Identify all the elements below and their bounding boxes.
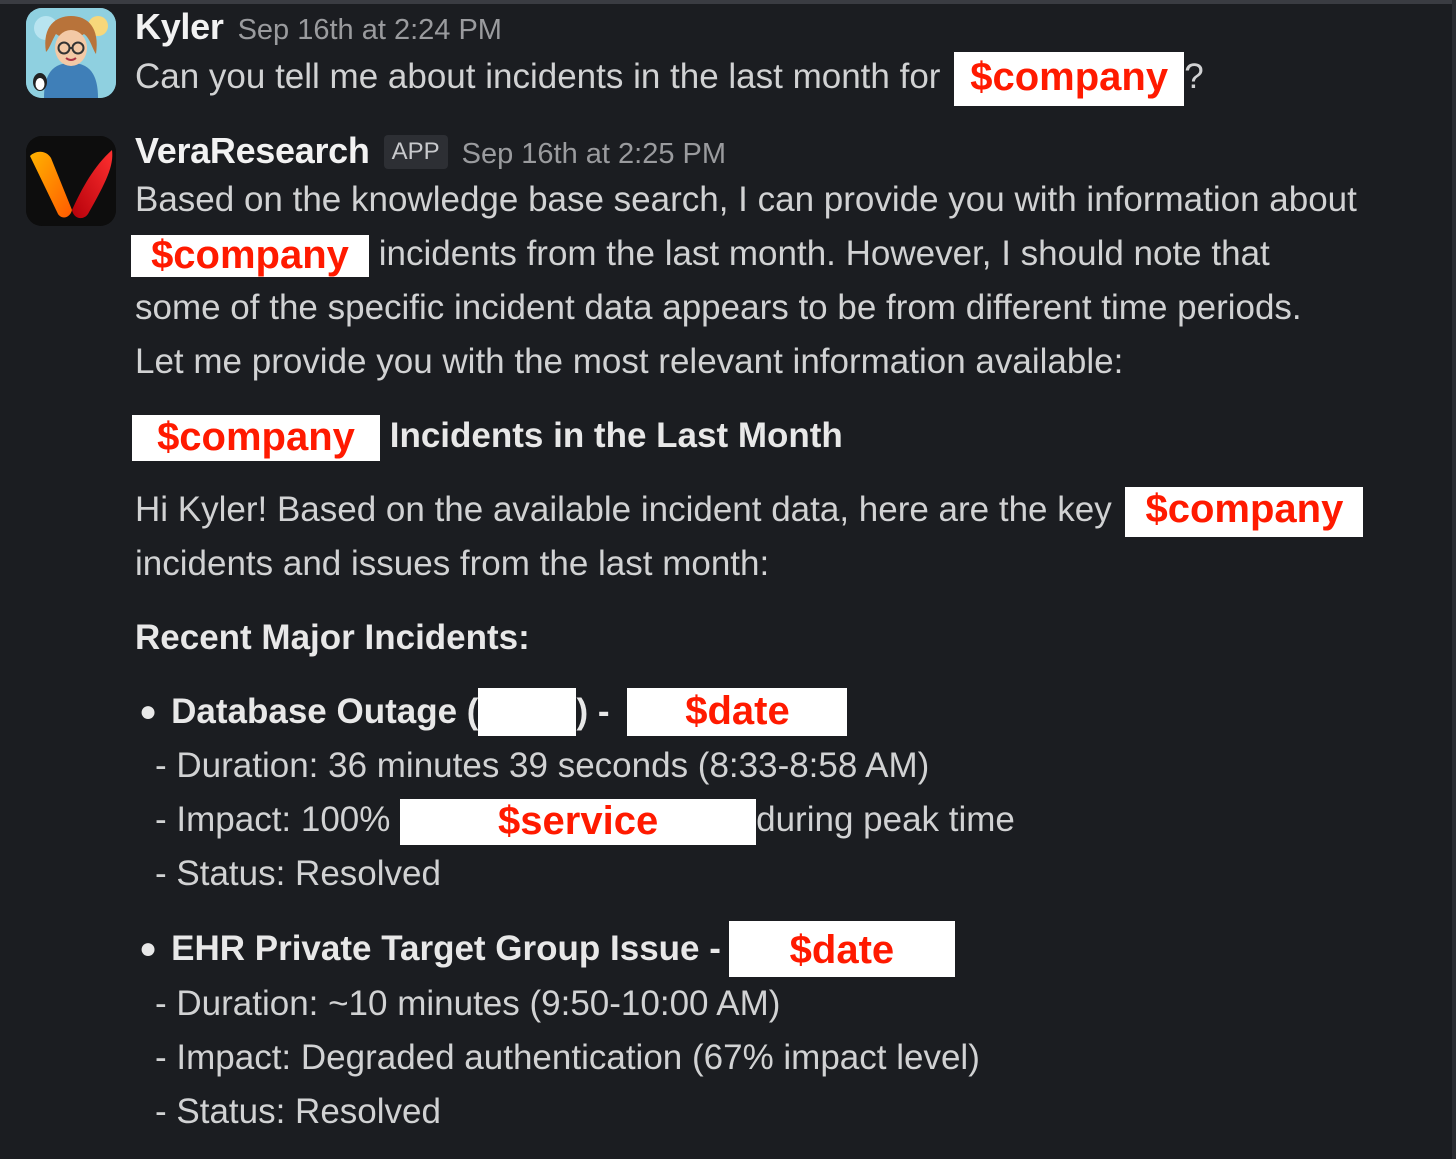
timestamp[interactable]: Sep 16th at 2:25 PM (462, 138, 726, 171)
timestamp[interactable]: Sep 16th at 2:24 PM (238, 14, 502, 47)
question-text: Can you tell me about incidents in the l… (135, 57, 941, 96)
greeting-paragraph: Hi Kyler! Based on the available inciden… (135, 483, 1420, 591)
section-heading: $company Incidents in the Last Month (132, 409, 1420, 463)
greeting-line-1: Hi Kyler! Based on the available inciden… (135, 483, 1420, 537)
redacted-date: $date (728, 921, 955, 977)
incident-title-row: ● Database Outage ( ) - $date (135, 685, 1420, 739)
vera-logo-icon (26, 136, 116, 226)
incident-status: - Status: Resolved (155, 854, 441, 893)
vera-avatar[interactable] (26, 136, 116, 226)
redacted-company: $company (132, 414, 380, 461)
intro-line-4: Let me provide you with the most relevan… (135, 342, 1124, 381)
message-header: VeraResearch APP Sep 16th at 2:25 PM (135, 130, 1420, 173)
message-text: Can you tell me about incidents in the l… (135, 50, 1420, 106)
recent-incidents-title: Recent Major Incidents: (135, 618, 530, 657)
bullet-icon: ● (139, 695, 158, 728)
incident-title-row: ● EHR Private Target Group Issue - $date (135, 921, 1420, 977)
incident-status: - Status: Resolved (155, 1092, 441, 1131)
kyler-avatar[interactable] (26, 8, 116, 98)
intro-line-3: some of the specific incident data appea… (135, 288, 1302, 327)
incident-item: ● Database Outage ( ) - $date - Duration… (135, 685, 1420, 901)
incident-duration: - Duration: ~10 minutes (9:50-10:00 AM) (155, 984, 781, 1023)
heading-text: Incidents in the Last Month (389, 416, 843, 455)
incident-duration: - Duration: 36 minutes 39 seconds (8:33-… (155, 746, 930, 785)
redacted-company: $company (954, 51, 1185, 106)
greeting-line-2: incidents and issues from the last month… (135, 544, 770, 583)
question-mark: ? (1184, 57, 1204, 96)
incident-item: ● EHR Private Target Group Issue - $date… (135, 921, 1420, 1139)
bullet-icon: ● (139, 932, 158, 965)
author-name[interactable]: VeraResearch (135, 130, 370, 172)
intro-line-1: Based on the knowledge base search, I ca… (135, 180, 1357, 219)
redacted-block (478, 688, 577, 736)
redacted-company: $company (1125, 486, 1364, 537)
redacted-date: $date (627, 688, 848, 736)
top-border (0, 0, 1456, 4)
message-header: Kyler Sep 16th at 2:24 PM (135, 6, 1420, 48)
author-name[interactable]: Kyler (135, 6, 224, 48)
kyler-avatar-illustration (26, 8, 116, 98)
incident-impact: - Impact: 100% $service during peak time (155, 798, 1015, 845)
redacted-company: $company (131, 234, 369, 277)
incident-impact: - Impact: Degraded authentication (67% i… (155, 1038, 980, 1077)
intro-line-2: $company incidents from the last month. … (131, 227, 1420, 281)
right-border (1452, 0, 1456, 1159)
app-badge: APP (383, 135, 448, 169)
redacted-service: $service (400, 798, 757, 845)
intro-paragraph: Based on the knowledge base search, I ca… (131, 173, 1420, 389)
